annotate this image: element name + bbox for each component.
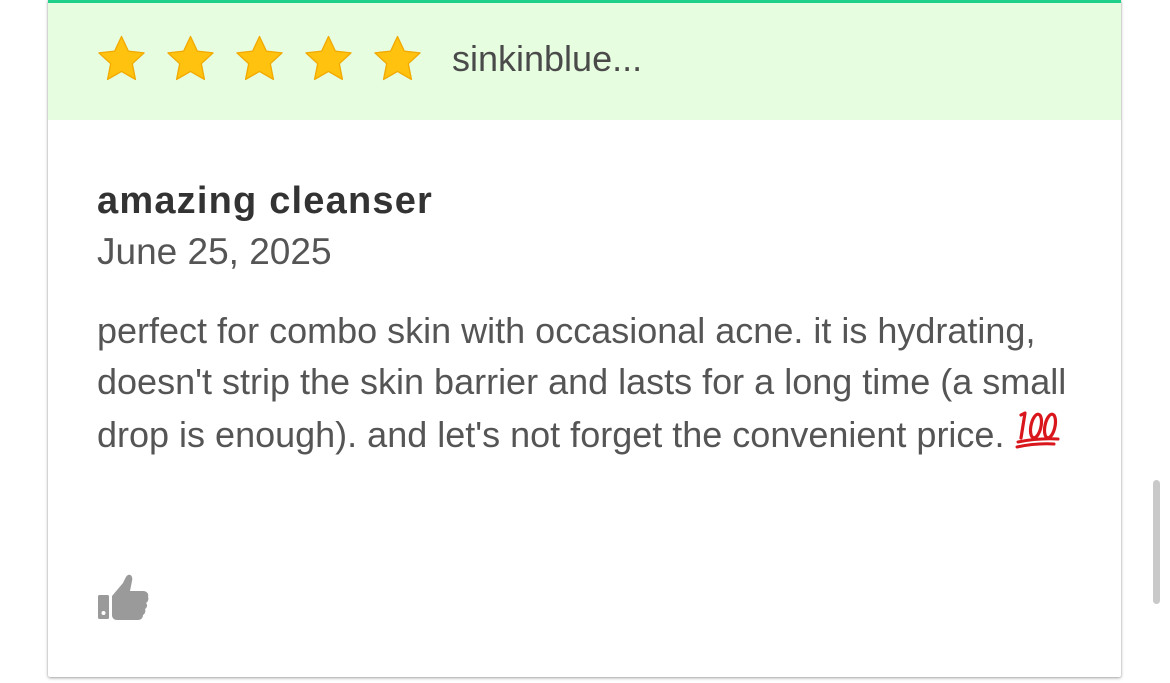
review-header: sinkinblue... xyxy=(48,3,1121,120)
scrollbar[interactable] xyxy=(1153,480,1160,604)
review-title: amazing cleanser xyxy=(97,180,434,222)
star-icon xyxy=(233,33,286,86)
review-card: sinkinblue... amazing cleanser June 25, … xyxy=(48,0,1121,677)
review-body: amazing cleanser June 25, 2025 perfect f… xyxy=(97,120,1087,460)
star-icon xyxy=(95,33,148,86)
review-text: perfect for combo skin with occasional a… xyxy=(97,305,1087,460)
star-icon xyxy=(302,33,355,86)
star-rating xyxy=(95,33,424,86)
star-icon xyxy=(164,33,217,86)
review-date: June 25, 2025 xyxy=(97,231,332,272)
review-text-content: perfect for combo skin with occasional a… xyxy=(97,310,1067,455)
reviewer-username[interactable]: sinkinblue... xyxy=(452,38,642,80)
thumbs-up-icon[interactable] xyxy=(97,573,149,623)
hundred-points-emoji xyxy=(1014,407,1062,451)
star-icon xyxy=(371,33,424,86)
